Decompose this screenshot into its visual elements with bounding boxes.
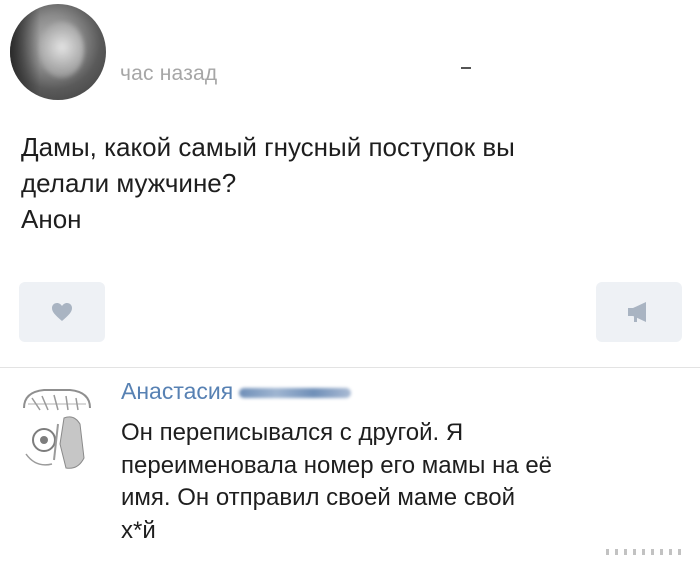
- comment-text-line: Он переписывался с другой. Я: [121, 419, 464, 446]
- comment-text-line: х*й: [121, 516, 156, 544]
- post-text-line: Анон: [21, 204, 82, 234]
- post-text-line: Дамы, какой самый гнусный поступок вы: [21, 132, 515, 162]
- post-text-line: делали мужчине?: [21, 168, 237, 198]
- comment-text-line: переименовала номер его мамы на её: [121, 451, 553, 479]
- corner-artifact: [606, 549, 686, 555]
- heart-icon: [52, 303, 72, 321]
- megaphone-icon: [628, 302, 646, 322]
- post-body: Дамы, какой самый гнусный поступок вы де…: [21, 129, 681, 237]
- avatar-shadow: [10, 4, 40, 100]
- like-button[interactable]: [19, 282, 105, 342]
- comment-author-first-name: Анастасия: [121, 378, 234, 404]
- section-divider: [0, 367, 700, 368]
- comment-author-surname-redacted: [239, 387, 352, 398]
- avatar-blurred-face: [40, 22, 84, 78]
- share-button[interactable]: [596, 282, 682, 342]
- comment-author-link[interactable]: Анастасия: [121, 378, 352, 405]
- post-timestamp: час назад: [120, 62, 218, 85]
- avatar-sketch-icon: [23, 389, 91, 469]
- user-avatar-icon[interactable]: [10, 4, 106, 100]
- comment-text-line: имя. Он отправил своей маме свой: [121, 484, 516, 511]
- comment-body: Он переписывался с другой. Я переименова…: [121, 417, 691, 547]
- commenter-avatar-icon[interactable]: [18, 384, 104, 474]
- post-menu-dash[interactable]: [461, 67, 471, 69]
